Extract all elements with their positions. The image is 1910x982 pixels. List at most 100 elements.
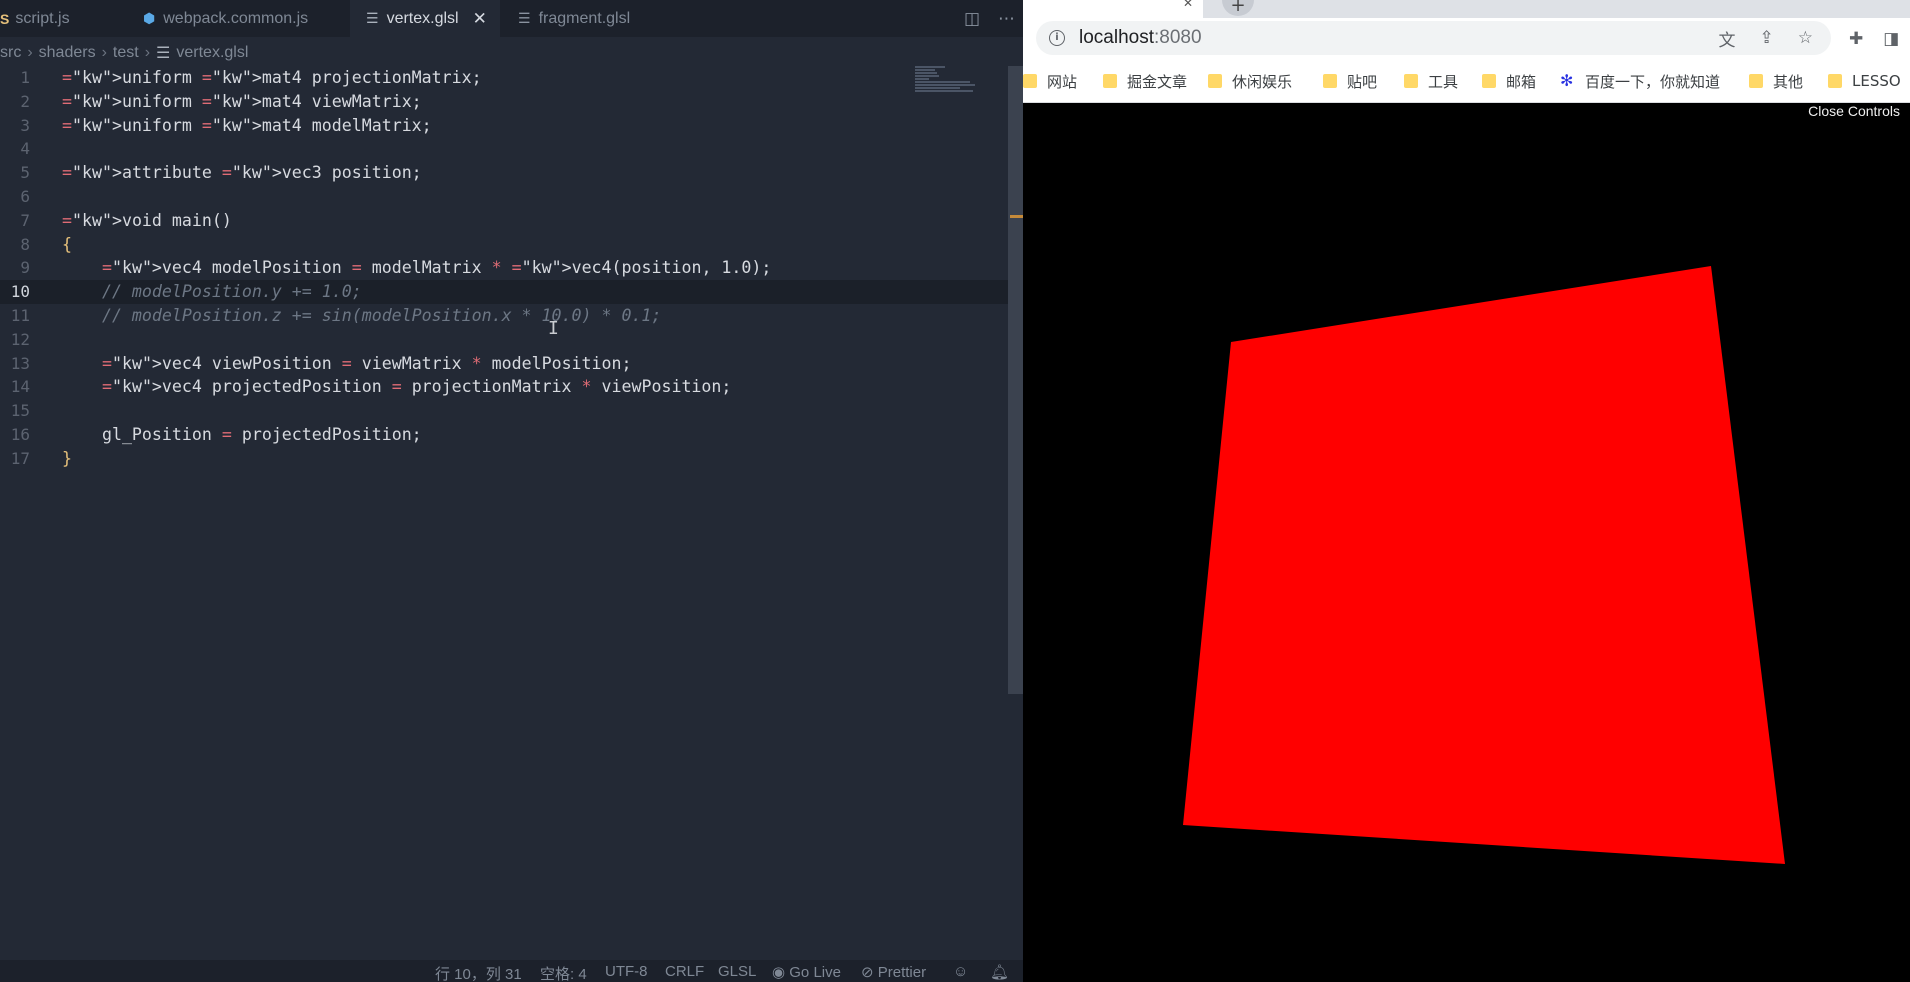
code-line[interactable]: 13 ="kw">vec4 viewPosition = viewMatrix … — [0, 352, 1008, 376]
code-line[interactable]: 16 gl_Position = projectedPosition; — [0, 423, 1008, 447]
line-number: 14 — [10, 377, 30, 397]
url-port: :8080 — [1154, 27, 1202, 48]
more-actions-icon[interactable]: ⋯ — [998, 9, 1015, 29]
bookmark-item[interactable]: 其他 — [1749, 60, 1803, 102]
language-mode[interactable]: GLSL — [718, 963, 756, 980]
tab-script-js[interactable]: S script.js — [0, 0, 125, 37]
browser-window: ✕ + i localhost:8080 文 ⇪ ☆ ✚ ◨ 网站 掘金文章 休… — [1023, 0, 1910, 982]
url-host: localhost — [1079, 27, 1154, 48]
code-line[interactable]: 11 // modelPosition.z += sin(modelPositi… — [0, 304, 1008, 328]
bookmark-item[interactable]: 工具 — [1404, 60, 1458, 102]
bell-icon[interactable]: 🔔︎ — [990, 963, 1009, 981]
line-number: 9 — [20, 258, 30, 278]
folder-icon — [1103, 74, 1117, 88]
js-icon: S — [0, 10, 10, 27]
close-icon[interactable]: ✕ — [473, 9, 487, 29]
editor-actions: ◫ ⋯ — [964, 0, 1015, 37]
bookmark-star-icon[interactable]: ☆ — [1798, 28, 1813, 48]
code-line[interactable]: 12 — [0, 328, 1008, 352]
close-icon[interactable]: ✕ — [1183, 0, 1193, 10]
bookmark-item[interactable]: 贴吧 — [1323, 60, 1377, 102]
line-number: 11 — [10, 305, 30, 325]
go-live-label: Go Live — [789, 964, 841, 981]
bookmark-item[interactable]: 网站 — [1023, 60, 1077, 102]
minimap[interactable] — [915, 66, 1010, 106]
code-line[interactable]: 6 — [0, 185, 1008, 209]
translate-icon[interactable]: 文 — [1719, 26, 1736, 51]
breadcrumb-item[interactable]: shaders — [39, 44, 96, 62]
address-bar[interactable]: i localhost:8080 文 ⇪ ☆ — [1036, 21, 1831, 55]
code-line[interactable]: 15 — [0, 399, 1008, 423]
breadcrumb-item[interactable]: src — [0, 44, 21, 62]
file-lines-icon: ☰ — [366, 10, 379, 26]
bookmark-item[interactable]: 掘金文章 — [1103, 60, 1187, 102]
folder-icon — [1828, 74, 1842, 88]
prettier-label: Prettier — [877, 964, 927, 981]
folder-icon — [1323, 74, 1337, 88]
code-line[interactable]: 1 ="kw">uniform ="kw">mat4 projectionMatr… — [0, 66, 1008, 90]
vertical-scrollbar[interactable] — [1008, 66, 1023, 694]
extensions-icon[interactable]: ✚ — [1849, 29, 1863, 49]
tab-label: fragment.glsl — [538, 9, 631, 27]
breadcrumb-item[interactable]: test — [113, 44, 139, 62]
line-number: 1 — [20, 68, 30, 87]
folder-icon — [1404, 74, 1418, 88]
line-number: 6 — [20, 186, 30, 206]
code-line[interactable]: 17} — [0, 447, 1008, 471]
encoding[interactable]: UTF-8 — [605, 963, 648, 980]
bookmark-label: 工具 — [1428, 72, 1459, 91]
code-line[interactable]: 10 // modelPosition.y += 1.0; — [0, 280, 1008, 304]
code-line[interactable]: 9 ="kw">vec4 modelPosition = modelMatrix… — [0, 256, 1008, 280]
bookmark-item[interactable]: ✻ 百度一下，你就知道 — [1560, 60, 1720, 102]
tab-vertex-glsl[interactable]: ☰ vertex.glsl ✕ — [350, 0, 500, 37]
bookmark-item[interactable]: 休闲娱乐 — [1208, 60, 1292, 102]
code-line[interactable]: 3 ="kw">uniform ="kw">mat4 modelMatrix; — [0, 114, 1008, 138]
bookmark-item[interactable]: LESSO — [1828, 60, 1901, 102]
line-text: ="kw">attribute ="kw">vec3 position; — [62, 163, 422, 183]
line-text: ="kw">uniform ="kw">mat4 viewMatrix; — [62, 91, 422, 111]
line-text: } — [62, 448, 72, 468]
feedback-icon[interactable]: ☺ — [953, 963, 968, 980]
close-controls-button[interactable]: Close Controls — [1808, 103, 1900, 119]
code-line[interactable]: 5 ="kw">attribute ="kw">vec3 position; — [0, 161, 1008, 185]
site-info-icon[interactable]: i — [1049, 30, 1065, 46]
code-line[interactable]: 7 ="kw">void main() — [0, 209, 1008, 233]
split-editor-icon[interactable]: ◫ — [964, 9, 980, 29]
code-line[interactable]: 4 — [0, 137, 1008, 161]
code-editor: S script.js ⬢ webpack.common.js ☰ vertex… — [0, 0, 1023, 982]
line-number: 13 — [10, 353, 30, 373]
code-area[interactable]: 1 ="kw">uniform ="kw">mat4 projectionMatr… — [0, 66, 1008, 471]
line-number: 16 — [10, 424, 30, 444]
status-bar: 行 10，列 31 空格: 4 UTF-8 CRLF GLSL ◉ Go Liv… — [0, 960, 1023, 982]
line-ending[interactable]: CRLF — [665, 963, 704, 980]
code-line[interactable]: 14 ="kw">vec4 projectedPosition = projec… — [0, 375, 1008, 399]
tab-fragment-glsl[interactable]: ☰ fragment.glsl — [500, 0, 665, 37]
folder-icon — [1749, 74, 1763, 88]
tab-label: vertex.glsl — [386, 9, 459, 27]
bookmark-label: 百度一下，你就知道 — [1585, 72, 1721, 91]
address-bar-actions: 文 ⇪ ☆ — [1719, 21, 1814, 55]
bookmark-label: 网站 — [1047, 72, 1078, 91]
line-number: 3 — [20, 115, 30, 135]
webgl-canvas[interactable] — [1023, 103, 1910, 982]
new-tab-button[interactable]: + — [1222, 0, 1254, 16]
bookmark-item[interactable]: 邮箱 — [1482, 60, 1536, 102]
bookmark-label: 掘金文章 — [1127, 72, 1188, 91]
line-number: 10 — [10, 282, 30, 302]
prettier-button[interactable]: ⊘ Prettier — [861, 963, 926, 981]
tab-webpack-common-js[interactable]: ⬢ webpack.common.js — [125, 0, 350, 37]
code-line[interactable]: 2 ="kw">uniform ="kw">mat4 viewMatrix; — [0, 90, 1008, 114]
line-text: { — [62, 234, 72, 254]
cursor-position[interactable]: 行 10，列 31 — [435, 963, 522, 982]
share-icon[interactable]: ⇪ — [1760, 28, 1774, 48]
indentation[interactable]: 空格: 4 — [540, 963, 587, 982]
go-live-button[interactable]: ◉ Go Live — [772, 963, 841, 981]
code-line[interactable]: 8{ — [0, 233, 1008, 257]
browser-active-tab[interactable] — [1023, 0, 1203, 18]
line-text: ="kw">vec4 viewPosition = viewMatrix * m… — [101, 353, 632, 373]
bookmark-label: 其他 — [1773, 72, 1804, 91]
side-panel-icon[interactable]: ◨ — [1883, 29, 1899, 49]
bookmark-label: 贴吧 — [1347, 72, 1378, 91]
breadcrumb-item[interactable]: vertex.glsl — [176, 44, 248, 62]
webpack-icon: ⬢ — [143, 10, 156, 26]
